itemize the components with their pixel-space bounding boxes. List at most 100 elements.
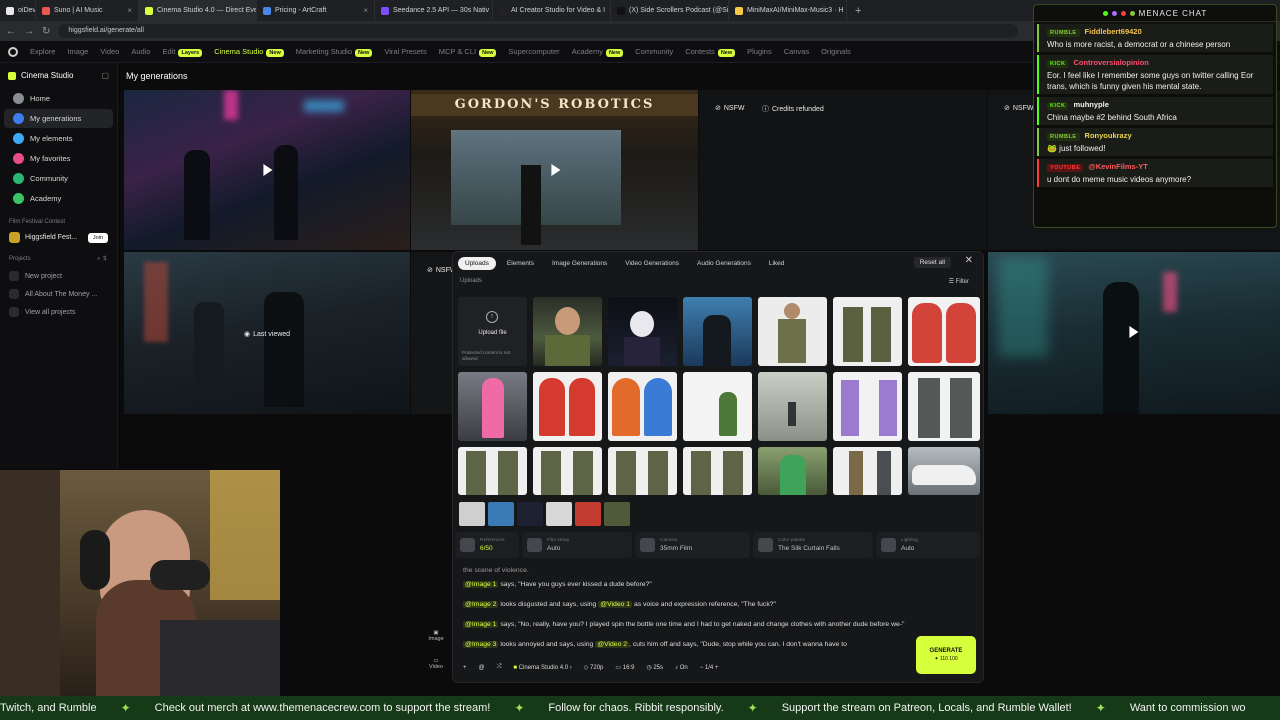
back-icon[interactable]: ←	[6, 26, 16, 37]
play-icon[interactable]	[263, 164, 273, 176]
close-tab-icon[interactable]: ×	[363, 6, 368, 15]
project-item[interactable]: All About The Money ...	[0, 285, 117, 303]
tab-audio-generations[interactable]: Audio Generations	[690, 257, 758, 270]
mention-tag[interactable]: @Image 2	[463, 601, 499, 608]
tab-uploads[interactable]: Uploads	[458, 256, 496, 270]
generate-button[interactable]: GENERATE ✦ 110 100	[916, 636, 976, 674]
join-button[interactable]: Join	[87, 232, 108, 243]
browser-tab[interactable]: Suno | AI Music ×	[36, 0, 139, 21]
upload-thumb[interactable]	[683, 447, 752, 495]
sidebar-item-community[interactable]: Community	[4, 169, 113, 188]
reset-all-button[interactable]: Reset all	[913, 257, 951, 268]
setting-camera[interactable]: Camera 35mm Film	[635, 532, 750, 558]
mention-tag[interactable]: @Video 1	[598, 601, 633, 608]
project-item[interactable]: View all projects	[0, 303, 117, 321]
close-tab-icon[interactable]: ×	[127, 6, 132, 15]
search-projects-icon[interactable]: ⌕ ⇅	[97, 256, 107, 263]
forward-icon[interactable]: →	[24, 26, 34, 37]
festival-item[interactable]: Higgsfield Fest... Join	[0, 229, 117, 246]
url-field[interactable]: higgsfield.ai/generate/all	[58, 24, 1019, 38]
site-nav-item[interactable]: Plugins	[747, 47, 772, 56]
close-icon[interactable]: ✕	[965, 255, 973, 266]
upload-thumb[interactable]	[608, 297, 677, 366]
mention-tag[interactable]: @Video 2	[595, 641, 630, 648]
add-icon[interactable]: +	[463, 665, 467, 671]
upload-thumb[interactable]	[683, 297, 752, 366]
upload-thumb[interactable]	[758, 372, 827, 441]
sidebar-item-my-elements[interactable]: My elements	[4, 129, 113, 148]
generation-tile-6[interactable]: ⊘ NSFW	[411, 252, 456, 414]
site-nav-item[interactable]: Canvas	[784, 47, 809, 56]
browser-tab[interactable]: MiniMaxAI/MiniMax-Music3 · H×	[729, 0, 847, 21]
upload-thumb[interactable]	[833, 447, 902, 495]
upload-thumb[interactable]	[908, 297, 980, 366]
play-icon[interactable]	[1129, 326, 1139, 338]
sidebar-item-my-favorites[interactable]: My favorites	[4, 149, 113, 168]
site-nav-item[interactable]: Academy New	[572, 47, 624, 57]
upload-thumb[interactable]	[533, 297, 602, 366]
mention-tag[interactable]: @Image 1	[463, 581, 499, 588]
sidebar-item-home[interactable]: Home	[4, 89, 113, 108]
new-tab-button[interactable]: +	[847, 5, 869, 17]
reference-thumb[interactable]	[604, 502, 630, 526]
upload-thumb[interactable]	[533, 372, 602, 441]
generation-tile-3[interactable]: ⊘ NSFW ⓘ Credits refunded	[699, 90, 987, 250]
upload-thumb[interactable]	[833, 372, 902, 441]
upload-thumb[interactable]	[458, 372, 527, 441]
site-nav-item[interactable]: Audio	[131, 47, 150, 56]
reference-thumb[interactable]	[459, 502, 485, 526]
mention-tag[interactable]: @Image 3	[463, 641, 499, 648]
ratio-select[interactable]: ▭ 16:9	[615, 664, 634, 671]
site-nav-item[interactable]: Edit Layers	[163, 47, 203, 57]
setting-lighting[interactable]: Lighting Auto	[876, 532, 980, 558]
tab-image-generations[interactable]: Image Generations	[545, 257, 614, 270]
site-nav-item[interactable]: Cinema Studio New	[214, 47, 284, 57]
browser-tab[interactable]: Cinema Studio 4.0 — Direct Eve×	[139, 0, 257, 21]
site-nav-item[interactable]: MCP & CLI New	[439, 47, 497, 57]
upload-thumb[interactable]	[908, 372, 980, 441]
play-icon[interactable]	[550, 164, 560, 176]
generation-tile-7[interactable]	[988, 252, 1280, 414]
site-nav-item[interactable]: Community	[635, 47, 673, 56]
shuffle-icon[interactable]: ⤮	[497, 664, 502, 671]
reference-thumb[interactable]	[546, 502, 572, 526]
sidebar-item-academy[interactable]: Academy	[4, 189, 113, 208]
duration-select[interactable]: ◷ 25s	[646, 664, 663, 671]
site-nav-item[interactable]: Image	[67, 47, 88, 56]
browser-tab[interactable]: oiDev×	[0, 0, 36, 21]
upload-thumb[interactable]	[608, 372, 677, 441]
upload-thumb[interactable]	[683, 372, 752, 441]
upload-thumb[interactable]	[908, 447, 980, 495]
browser-tab[interactable]: (X) Side Scrollers Podcast (@Si×	[611, 0, 729, 21]
audio-toggle[interactable]: ♪ On	[675, 665, 688, 671]
prompt-editor[interactable]: the scene of violence. @Image 1 says, "H…	[463, 566, 913, 660]
site-nav-item[interactable]: Viral Presets	[384, 47, 426, 56]
upload-thumb[interactable]	[533, 447, 602, 495]
site-nav-item[interactable]: Contests New	[685, 47, 736, 57]
image-mode-button[interactable]: ▣ Image	[427, 630, 445, 642]
tab-elements[interactable]: Elements	[500, 257, 541, 270]
upload-thumb[interactable]	[833, 297, 902, 366]
site-nav-item[interactable]: Supercomputer	[508, 47, 559, 56]
generation-tile-5[interactable]: ◉ Last viewed	[124, 252, 410, 414]
setting-film-setup[interactable]: Film setup Auto	[522, 532, 632, 558]
reference-thumb[interactable]	[517, 502, 543, 526]
setting-color-palette[interactable]: Color palette The Silk Curtain Falls	[753, 532, 873, 558]
site-nav-item[interactable]: Explore	[30, 47, 55, 56]
project-item[interactable]: New project	[0, 267, 117, 285]
count-stepper[interactable]: − 1/4 +	[700, 665, 719, 671]
collapse-sidebar-icon[interactable]: ▢	[101, 71, 109, 80]
resolution-select[interactable]: ◇ 720p	[584, 664, 604, 671]
upload-thumb[interactable]	[758, 297, 827, 366]
site-nav-item[interactable]: Video	[100, 47, 119, 56]
generation-tile-1[interactable]	[124, 90, 410, 250]
generation-tile-2[interactable]: GORDON'S ROBOTICS	[411, 90, 698, 250]
setting-references[interactable]: References 6/50	[455, 532, 519, 558]
upload-thumb[interactable]	[608, 447, 677, 495]
sidebar-item-my-generations[interactable]: My generations	[4, 109, 113, 128]
mention-tag[interactable]: @Image 1	[463, 621, 499, 628]
filter-button[interactable]: ☰ Filter	[949, 278, 969, 285]
reload-icon[interactable]: ↻	[42, 26, 50, 37]
reference-thumb[interactable]	[575, 502, 601, 526]
browser-tab[interactable]: Pricing - ArtCraft ×	[257, 0, 375, 21]
